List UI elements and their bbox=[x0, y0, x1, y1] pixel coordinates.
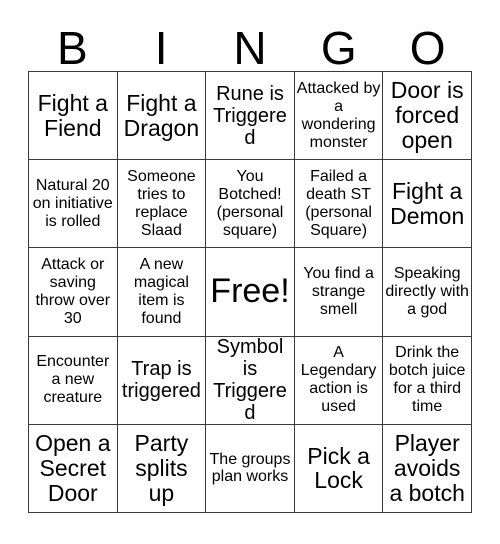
bingo-square[interactable]: Symbol is Triggered bbox=[206, 336, 295, 425]
bingo-card: B I N G O Fight a Fiend Fight a Dragon R… bbox=[0, 0, 500, 544]
bingo-square-label: Speaking directly with a god bbox=[385, 265, 469, 318]
bingo-square[interactable]: Attack or saving throw over 30 bbox=[29, 248, 118, 337]
bingo-square[interactable]: Attacked by a wondering monster bbox=[294, 72, 384, 161]
bingo-square-label: A new magical item is found bbox=[133, 256, 189, 327]
bingo-square[interactable]: Speaking directly with a god bbox=[383, 248, 472, 337]
bingo-square[interactable]: Fight a Fiend bbox=[29, 72, 118, 161]
bingo-row: Fight a Fiend Fight a Dragon Rune is Tri… bbox=[29, 72, 472, 161]
bingo-grid: Fight a Fiend Fight a Dragon Rune is Tri… bbox=[28, 71, 472, 514]
bingo-square[interactable]: A Legendary action is used bbox=[294, 336, 384, 425]
bingo-square-label: Symbol is Triggered bbox=[213, 336, 287, 425]
bingo-square-label: Drink the botch juice for a third time bbox=[388, 344, 466, 416]
bingo-square-label: Natural 20 on initiative is rolled bbox=[32, 176, 113, 230]
bingo-row: Attack or saving throw over 30 A new mag… bbox=[29, 248, 472, 337]
bingo-square-label: Attacked by a wondering monster bbox=[296, 79, 381, 151]
bingo-square[interactable]: Failed a death ST (personal Square) bbox=[294, 160, 384, 249]
bingo-square[interactable]: You find a strange smell bbox=[294, 248, 384, 337]
bingo-square[interactable]: Fight a Dragon bbox=[117, 72, 207, 161]
bingo-square-label: Party splits up bbox=[134, 430, 189, 506]
header-letter-o: O bbox=[409, 22, 446, 74]
bingo-square-label: Door is forced open bbox=[390, 77, 464, 154]
header-letter-n: N bbox=[233, 22, 267, 74]
bingo-square-free-label: Free! bbox=[210, 272, 290, 311]
bingo-square-label: Fight a Dragon bbox=[123, 89, 200, 141]
bingo-square-label: Trap is triggered bbox=[121, 358, 201, 403]
bingo-row: Natural 20 on initiative is rolled Someo… bbox=[29, 160, 472, 249]
bingo-square-label: You find a strange smell bbox=[303, 265, 374, 318]
header-letter-g: G bbox=[320, 22, 357, 74]
bingo-row: Encounter a new creature Trap is trigger… bbox=[29, 336, 472, 425]
bingo-square[interactable]: Open a Secret Door bbox=[29, 424, 118, 514]
bingo-square[interactable]: Drink the botch juice for a third time bbox=[383, 336, 472, 425]
bingo-square[interactable]: Fight a Demon bbox=[383, 160, 472, 249]
bingo-square[interactable]: Someone tries to replace Slaad bbox=[117, 160, 207, 249]
bingo-square-label: You Botched! (personal square) bbox=[216, 167, 284, 239]
bingo-square[interactable]: You Botched! (personal square) bbox=[206, 160, 295, 249]
bingo-square-label: Fight a Demon bbox=[390, 177, 465, 229]
bingo-square-label: Failed a death ST (personal Square) bbox=[305, 167, 372, 239]
bingo-square-label: Attack or saving throw over 30 bbox=[35, 256, 111, 327]
bingo-square-label: Open a Secret Door bbox=[35, 430, 111, 506]
header-letter-i: I bbox=[154, 22, 168, 74]
bingo-square[interactable]: Pick a Lock bbox=[294, 424, 384, 514]
bingo-square[interactable]: Trap is triggered bbox=[117, 336, 207, 425]
bingo-square[interactable]: A new magical item is found bbox=[117, 248, 207, 337]
bingo-square[interactable]: Player avoids a botch bbox=[383, 424, 472, 514]
bingo-row: Open a Secret Door Party splits up The g… bbox=[29, 424, 472, 514]
bingo-square-label: Encounter a new creature bbox=[36, 353, 110, 407]
bingo-square-label: Rune is Triggered bbox=[213, 82, 287, 149]
bingo-square[interactable]: Party splits up bbox=[117, 424, 207, 514]
bingo-square-label: Player avoids a botch bbox=[389, 430, 465, 506]
bingo-square[interactable]: The groups plan works bbox=[206, 424, 295, 514]
bingo-square-label: Someone tries to replace Slaad bbox=[127, 167, 196, 239]
bingo-square-label: Fight a Fiend bbox=[37, 89, 108, 141]
bingo-square-free[interactable]: Free! bbox=[206, 248, 295, 337]
bingo-square[interactable]: Rune is Triggered bbox=[206, 72, 295, 161]
bingo-square[interactable]: Encounter a new creature bbox=[29, 336, 118, 425]
bingo-square-label: A Legendary action is used bbox=[300, 344, 377, 416]
bingo-square[interactable]: Natural 20 on initiative is rolled bbox=[29, 160, 118, 249]
bingo-header-row: B I N G O bbox=[28, 16, 472, 71]
bingo-square[interactable]: Door is forced open bbox=[383, 72, 472, 161]
bingo-square-label: The groups plan works bbox=[209, 450, 291, 486]
bingo-square-label: Pick a Lock bbox=[307, 442, 370, 494]
header-letter-b: B bbox=[57, 22, 88, 74]
